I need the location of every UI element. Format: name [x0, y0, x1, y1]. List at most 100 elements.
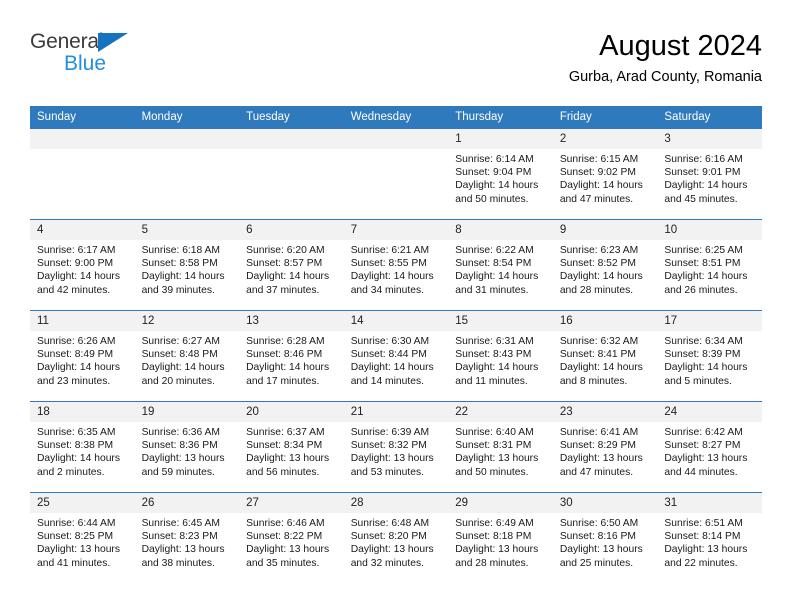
calendar-week-row: 18 Sunrise: 6:35 AM Sunset: 8:38 PM Dayligh… — [30, 401, 762, 493]
day-number — [134, 129, 240, 149]
daylight-duration-line2: and 31 minutes. — [455, 284, 529, 296]
daylight-duration-line1: Daylight: 13 hours — [559, 453, 643, 465]
sunrise-time: Sunrise: 6:36 AM — [141, 427, 220, 438]
sunrise-time: Sunrise: 6:50 AM — [559, 518, 639, 529]
sunset-time: Sunset: 8:54 PM — [455, 258, 532, 270]
calendar-day-cell[interactable]: 5 Sunrise: 6:18 AM Sunset: 8:58 PM Daylight… — [134, 219, 240, 311]
daylight-duration-line2: and 22 minutes. — [664, 557, 738, 569]
day-number: 7 — [343, 220, 449, 240]
calendar-day-cell[interactable]: 27 Sunrise: 6:46 AM Sunset: 8:22 PM Dayligh… — [239, 492, 344, 583]
calendar-day-cell[interactable]: 12 Sunrise: 6:27 AM Sunset: 8:48 PM Dayligh… — [134, 310, 240, 402]
weekday-header-tuesday: Tuesday — [239, 106, 344, 129]
day-sun-info: Sunrise: 6:35 AM Sunset: 8:38 PM Daylight:… — [30, 422, 135, 479]
calendar-day-cell[interactable]: 7 Sunrise: 6:21 AM Sunset: 8:55 PM Daylight… — [343, 219, 449, 311]
daylight-duration-line1: Daylight: 14 hours — [37, 453, 120, 465]
calendar-week-row: 1 Sunrise: 6:14 AM Sunset: 9:04 PM Daylight… — [30, 128, 762, 220]
calendar-day-cell[interactable]: 11 Sunrise: 6:26 AM Sunset: 8:49 PM Dayligh… — [30, 310, 135, 402]
calendar-day-cell[interactable]: 26 Sunrise: 6:45 AM Sunset: 8:23 PM Dayligh… — [134, 492, 240, 583]
calendar-day-cell[interactable]: 10 Sunrise: 6:25 AM Sunset: 8:51 PM Dayligh… — [657, 219, 762, 311]
sunset-time: Sunset: 8:46 PM — [246, 349, 323, 361]
calendar-day-cell[interactable]: 17 Sunrise: 6:34 AM Sunset: 8:39 PM Dayligh… — [657, 310, 762, 402]
calendar-day-cell[interactable]: 2 Sunrise: 6:15 AM Sunset: 9:02 PM Daylight… — [552, 128, 658, 220]
calendar-day-cell[interactable]: 9 Sunrise: 6:23 AM Sunset: 8:52 PM Daylight… — [552, 219, 658, 311]
sunrise-time: Sunrise: 6:46 AM — [246, 518, 325, 529]
day-number: 12 — [134, 311, 240, 331]
day-cell-content — [134, 129, 240, 219]
page-title: August 2024 — [599, 30, 762, 62]
calendar-day-cell[interactable]: 23 Sunrise: 6:41 AM Sunset: 8:29 PM Dayligh… — [552, 401, 658, 493]
calendar-day-cell[interactable]: 1 Sunrise: 6:14 AM Sunset: 9:04 PM Daylight… — [448, 128, 553, 220]
day-sun-info: Sunrise: 6:32 AM Sunset: 8:41 PM Daylight:… — [553, 331, 658, 388]
day-number: 19 — [134, 402, 240, 422]
day-cell-content: 30 Sunrise: 6:50 AM Sunset: 8:16 PM Dayligh… — [552, 493, 658, 583]
daylight-duration-line1: Daylight: 14 hours — [455, 362, 539, 374]
day-sun-info: Sunrise: 6:25 AM Sunset: 8:51 PM Daylight:… — [657, 240, 762, 297]
sunrise-time: Sunrise: 6:32 AM — [559, 336, 639, 347]
calendar-day-cell[interactable]: 6 Sunrise: 6:20 AM Sunset: 8:57 PM Daylight… — [239, 219, 344, 311]
calendar-day-cell[interactable]: 30 Sunrise: 6:50 AM Sunset: 8:16 PM Dayligh… — [552, 492, 658, 583]
calendar-day-cell[interactable]: 3 Sunrise: 6:16 AM Sunset: 9:01 PM Daylight… — [657, 128, 762, 220]
daylight-duration-line2: and 44 minutes. — [664, 466, 738, 478]
calendar-day-cell[interactable]: 16 Sunrise: 6:32 AM Sunset: 8:41 PM Dayligh… — [552, 310, 658, 402]
day-cell-content: 24 Sunrise: 6:42 AM Sunset: 8:27 PM Dayligh… — [657, 402, 762, 492]
day-cell-content: 21 Sunrise: 6:39 AM Sunset: 8:32 PM Dayligh… — [343, 402, 449, 492]
day-sun-info: Sunrise: 6:49 AM Sunset: 8:18 PM Daylight:… — [448, 513, 553, 570]
calendar-day-cell[interactable]: 22 Sunrise: 6:40 AM Sunset: 8:31 PM Dayligh… — [448, 401, 553, 493]
sunset-time: Sunset: 8:31 PM — [455, 440, 532, 452]
daylight-duration-line2: and 5 minutes. — [664, 375, 732, 387]
daylight-duration-line1: Daylight: 13 hours — [141, 544, 225, 556]
calendar-day-cell[interactable]: 18 Sunrise: 6:35 AM Sunset: 8:38 PM Dayligh… — [30, 401, 135, 493]
day-cell-content: 9 Sunrise: 6:23 AM Sunset: 8:52 PM Daylight… — [552, 220, 658, 310]
calendar-day-cell[interactable]: 19 Sunrise: 6:36 AM Sunset: 8:36 PM Dayligh… — [134, 401, 240, 493]
day-cell-content: 13 Sunrise: 6:28 AM Sunset: 8:46 PM Dayligh… — [239, 311, 344, 401]
day-cell-content: 4 Sunrise: 6:17 AM Sunset: 9:00 PM Daylight… — [30, 220, 135, 310]
day-sun-info: Sunrise: 6:20 AM Sunset: 8:57 PM Daylight:… — [239, 240, 344, 297]
day-number: 23 — [552, 402, 658, 422]
sunrise-time: Sunrise: 6:22 AM — [455, 245, 534, 256]
generalblue-logo[interactable]: General Blue — [30, 30, 250, 90]
day-number: 8 — [448, 220, 553, 240]
calendar-day-cell[interactable]: 29 Sunrise: 6:49 AM Sunset: 8:18 PM Dayligh… — [448, 492, 553, 583]
calendar-day-cell[interactable]: 21 Sunrise: 6:39 AM Sunset: 8:32 PM Dayligh… — [343, 401, 449, 493]
daylight-duration-line2: and 42 minutes. — [37, 284, 111, 296]
calendar-day-cell[interactable]: 25 Sunrise: 6:44 AM Sunset: 8:25 PM Dayligh… — [30, 492, 135, 583]
daylight-duration-line2: and 38 minutes. — [141, 557, 215, 569]
day-number: 15 — [448, 311, 553, 331]
weekday-header-row: Sunday Monday Tuesday Wednesday Thursday… — [30, 106, 762, 129]
daylight-duration-line2: and 41 minutes. — [37, 557, 111, 569]
sunrise-time: Sunrise: 6:14 AM — [455, 154, 534, 165]
day-cell-content: 18 Sunrise: 6:35 AM Sunset: 8:38 PM Dayligh… — [30, 402, 135, 492]
day-cell-content: 5 Sunrise: 6:18 AM Sunset: 8:58 PM Daylight… — [134, 220, 240, 310]
daylight-duration-line2: and 34 minutes. — [350, 284, 424, 296]
sunset-time: Sunset: 8:38 PM — [37, 440, 114, 452]
sunrise-sunset-calendar-table: Sunday Monday Tuesday Wednesday Thursday… — [30, 106, 762, 583]
day-number: 21 — [343, 402, 449, 422]
calendar-day-cell[interactable]: 31 Sunrise: 6:51 AM Sunset: 8:14 PM Dayligh… — [657, 492, 762, 583]
sunset-time: Sunset: 8:34 PM — [246, 440, 323, 452]
sunrise-time: Sunrise: 6:27 AM — [141, 336, 220, 347]
calendar-day-cell[interactable]: 13 Sunrise: 6:28 AM Sunset: 8:46 PM Dayligh… — [239, 310, 344, 402]
day-number: 30 — [552, 493, 658, 513]
day-cell-content: 16 Sunrise: 6:32 AM Sunset: 8:41 PM Dayligh… — [552, 311, 658, 401]
calendar-day-cell[interactable]: 15 Sunrise: 6:31 AM Sunset: 8:43 PM Dayligh… — [448, 310, 553, 402]
daylight-duration-line2: and 47 minutes. — [559, 193, 634, 205]
daylight-duration-line1: Daylight: 14 hours — [37, 362, 120, 374]
daylight-duration-line1: Daylight: 13 hours — [350, 453, 434, 465]
sunrise-time: Sunrise: 6:42 AM — [664, 427, 743, 438]
calendar-day-cell[interactable]: 24 Sunrise: 6:42 AM Sunset: 8:27 PM Dayligh… — [657, 401, 762, 493]
sunrise-time: Sunrise: 6:41 AM — [559, 427, 639, 438]
sunrise-time: Sunrise: 6:28 AM — [246, 336, 325, 347]
day-cell-content: 29 Sunrise: 6:49 AM Sunset: 8:18 PM Dayligh… — [448, 493, 553, 583]
calendar-day-cell[interactable]: 8 Sunrise: 6:22 AM Sunset: 8:54 PM Daylight… — [448, 219, 553, 311]
calendar-day-cell[interactable]: 14 Sunrise: 6:30 AM Sunset: 8:44 PM Dayligh… — [343, 310, 449, 402]
calendar-day-cell[interactable]: 4 Sunrise: 6:17 AM Sunset: 9:00 PM Daylight… — [30, 219, 135, 311]
day-sun-info: Sunrise: 6:22 AM Sunset: 8:54 PM Daylight:… — [448, 240, 553, 297]
calendar-day-cell[interactable]: 20 Sunrise: 6:37 AM Sunset: 8:34 PM Dayligh… — [239, 401, 344, 493]
day-sun-info: Sunrise: 6:27 AM Sunset: 8:48 PM Daylight:… — [135, 331, 240, 388]
day-sun-info: Sunrise: 6:40 AM Sunset: 8:31 PM Daylight:… — [448, 422, 553, 479]
daylight-duration-line1: Daylight: 14 hours — [664, 271, 748, 283]
calendar-day-cell[interactable]: 28 Sunrise: 6:48 AM Sunset: 8:20 PM Dayligh… — [343, 492, 449, 583]
sunset-time: Sunset: 8:57 PM — [246, 258, 323, 270]
daylight-duration-line1: Daylight: 13 hours — [350, 544, 434, 556]
daylight-duration-line2: and 8 minutes. — [559, 375, 628, 387]
